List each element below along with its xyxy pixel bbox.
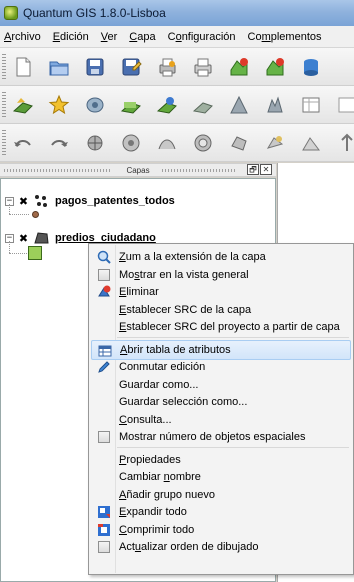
collapse-all-icon — [97, 523, 111, 537]
menu-item-label: Mostrar número de objetos espaciales — [119, 431, 306, 443]
menu-archivo[interactable]: Archivo — [4, 31, 41, 43]
polygon-layer-icon — [33, 230, 49, 246]
menu-item-mostrar-numero-de-objetos-espaciales[interactable]: Mostrar número de objetos espaciales — [91, 427, 351, 447]
menu-checkbox[interactable] — [98, 541, 110, 553]
menu-item-label: Guardar como... — [119, 378, 199, 391]
simplify-feature-icon[interactable] — [156, 132, 178, 154]
layers-panel-titlebar: Capas 🗗 ✕ — [0, 163, 276, 177]
layer-name: pagos_patentes_todos — [55, 195, 175, 207]
layers-panel-title: Capas — [126, 165, 150, 175]
manage-composers-icon[interactable] — [228, 56, 250, 78]
menubar: Archivo Edición Ver Capa Configuración Comple… — [0, 26, 354, 48]
tree-connector — [9, 253, 27, 254]
menu-item-label: Mostrar en la vista general — [119, 268, 249, 281]
pencil-icon — [97, 360, 111, 374]
menu-item-label: Añadir grupo nuevo — [119, 488, 216, 501]
add-ring-icon[interactable] — [192, 132, 214, 154]
delete-ring-icon[interactable] — [264, 132, 286, 154]
layer-visibility-checkbox[interactable]: ✖ — [18, 196, 29, 207]
tree-connector — [9, 204, 10, 214]
layers-toolbar — [0, 86, 354, 124]
add-wcs-layer-icon[interactable] — [192, 94, 214, 116]
point-layer-icon — [33, 193, 49, 209]
rotate-feature-icon[interactable] — [120, 132, 142, 154]
zoom-icon — [97, 250, 111, 264]
close-panel-button[interactable]: ✕ — [260, 164, 272, 175]
open-project-icon[interactable] — [48, 56, 70, 78]
float-panel-button[interactable]: 🗗 — [247, 164, 259, 175]
undo-icon[interactable] — [12, 132, 34, 154]
menu-item-label: Guardar selección como... — [119, 396, 248, 408]
panel-grip — [162, 169, 236, 172]
layer-context-menu: Zum a la extensión de la capa Mostrar en … — [88, 243, 354, 575]
layer-visibility-checkbox[interactable]: ✖ — [18, 233, 29, 244]
toolbar-grip[interactable] — [2, 130, 6, 156]
add-spatialite-layer-icon[interactable] — [120, 94, 142, 116]
menu-complementos[interactable]: Complementos — [248, 31, 322, 43]
menu-checkbox[interactable] — [98, 431, 110, 443]
menu-item-label: Zum a la extensión de la capa — [119, 251, 266, 263]
window-title: Quantum GIS 1.8.0-Lisboa — [23, 6, 166, 20]
menu-item-actualizar-orden-de-dibujado[interactable]: Actualizar orden de dibujado — [91, 537, 351, 557]
menu-item-label: Expandir todo — [119, 506, 187, 518]
add-layer-icon[interactable] — [264, 56, 286, 78]
add-vector-layer-icon[interactable] — [12, 94, 34, 116]
menu-item-establecer-src-del-proyecto-a-partir-de-capa[interactable]: Establecer SRC del proyecto a partir de … — [91, 317, 351, 337]
add-postgis-layer-icon[interactable] — [84, 94, 106, 116]
qgis-logo-icon — [4, 6, 18, 20]
print-composer-icon[interactable] — [156, 56, 178, 78]
tree-connector — [9, 241, 10, 253]
title-bar: Quantum GIS 1.8.0-Lisboa — [0, 0, 354, 26]
menu-separator — [117, 336, 349, 338]
menu-edicin[interactable]: Edición — [53, 31, 89, 43]
new-project-icon[interactable] — [12, 56, 34, 78]
table-icon — [98, 344, 112, 358]
save-project-icon[interactable] — [84, 56, 106, 78]
move-feature-icon[interactable] — [84, 132, 106, 154]
menu-capa[interactable]: Capa — [129, 31, 155, 43]
attribute-table-toolbar-icon[interactable] — [300, 94, 322, 116]
menu-item-label: Consulta... — [119, 413, 172, 426]
point-symbol-icon — [32, 211, 39, 218]
toolbar-grip[interactable] — [2, 92, 6, 118]
menu-separator — [117, 446, 349, 448]
menu-item-label: Actualizar orden de dibujado — [119, 541, 259, 553]
layer-item-pagos-patentes-todos[interactable]: − ✖ pagos_patentes_todos — [5, 193, 175, 209]
menu-item-label: Eliminar — [119, 286, 159, 298]
add-wms-layer-icon[interactable] — [156, 94, 178, 116]
menu-item-label: Abrir tabla de atributos — [120, 343, 231, 356]
navigation-toolbar — [0, 124, 354, 162]
menu-item-label: Cambiar nombre — [119, 471, 201, 483]
polygon-symbol-icon — [28, 246, 42, 260]
redo-icon[interactable] — [48, 132, 70, 154]
menu-item-label: Propiedades — [119, 453, 181, 466]
remove-layer-icon — [97, 285, 111, 299]
menu-checkbox[interactable] — [98, 268, 110, 281]
menu-item-label: Comprimir todo — [119, 523, 195, 536]
panel-grip — [4, 169, 112, 172]
database-icon[interactable] — [300, 56, 322, 78]
toolbar-grip[interactable] — [2, 54, 6, 80]
new-shapefile-icon[interactable] — [228, 94, 250, 116]
file-toolbar — [0, 48, 354, 86]
save-as-icon[interactable] — [120, 56, 142, 78]
expand-all-icon — [97, 505, 111, 519]
print-icon[interactable] — [192, 56, 214, 78]
menu-configuracin[interactable]: Configuración — [168, 31, 236, 43]
add-part-icon[interactable] — [228, 132, 250, 154]
menu-ver[interactable]: Ver — [101, 31, 118, 43]
menu-item-label: Establecer SRC de la capa — [119, 303, 252, 316]
add-raster-layer-icon[interactable] — [48, 94, 70, 116]
menu-item-label: Conmutar edición — [119, 361, 206, 373]
toggle-layer-icon[interactable] — [336, 94, 354, 116]
reshape-icon[interactable] — [300, 132, 322, 154]
menu-item-label: Establecer SRC del proyecto a partir de … — [119, 321, 340, 333]
new-spatialite-icon[interactable] — [264, 94, 286, 116]
tree-connector — [9, 214, 29, 215]
split-features-icon[interactable] — [336, 132, 354, 154]
